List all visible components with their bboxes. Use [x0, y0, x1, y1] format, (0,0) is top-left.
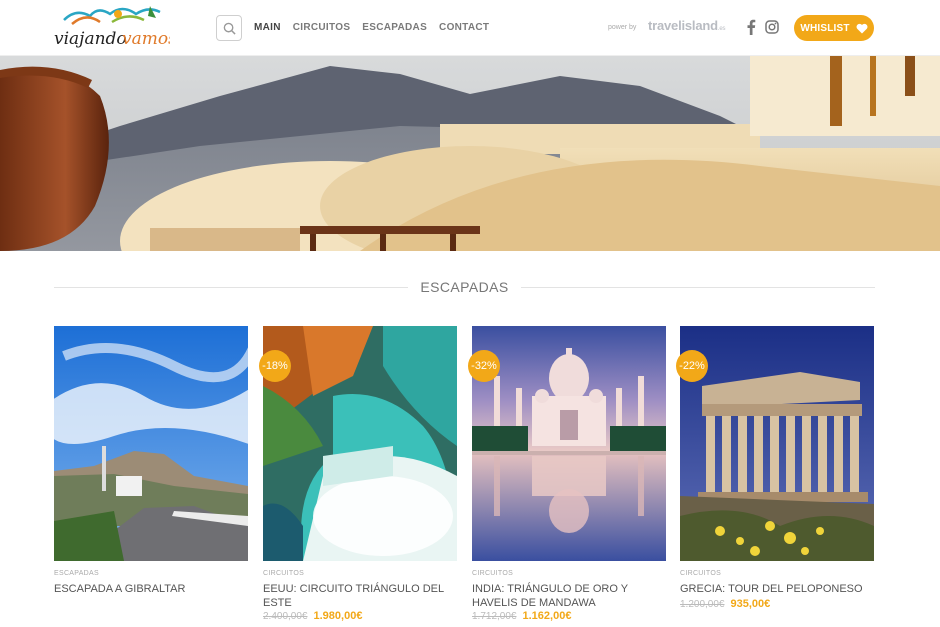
product-price: 1.712,00€ 1.162,00€: [472, 610, 571, 622]
hero-image: [0, 56, 940, 251]
product-price: 2.400,00€ 1.980,00€: [263, 610, 362, 622]
nav-item-contact[interactable]: CONTACT: [439, 21, 489, 35]
old-price: 1.200,00€: [680, 599, 725, 610]
heart-icon: [856, 23, 868, 33]
nav-item-escapadas[interactable]: ESCAPADAS: [362, 21, 427, 35]
partner-logo[interactable]: travelisland.es: [648, 18, 725, 33]
product-category: ESCAPADAS: [54, 570, 99, 577]
site-logo[interactable]: viajando vamos: [52, 2, 170, 54]
wishlist-button[interactable]: WHISLIST: [794, 15, 874, 41]
discount-badge: -18%: [259, 350, 291, 382]
main-nav: MAIN CIRCUITOS ESCAPADAS CONTACT: [254, 21, 501, 35]
product-price: 1.200,00€ 935,00€: [680, 598, 770, 610]
sale-price: 1.162,00€: [522, 610, 572, 622]
site-header: viajando vamos MAIN CIRCUITOS ESCAPADAS …: [0, 0, 940, 56]
product-image-taj-mahal[interactable]: [472, 326, 666, 561]
search-button[interactable]: [216, 15, 242, 41]
partner-suffix: .es: [717, 26, 726, 32]
product-card[interactable]: [54, 326, 248, 561]
section-heading: ESCAPADAS: [54, 276, 875, 298]
product-card[interactable]: [680, 326, 874, 561]
powered-by-label: power by: [608, 24, 637, 31]
wishlist-label: WHISLIST: [800, 22, 850, 34]
product-title[interactable]: GRECIA: TOUR DEL PELOPONESO: [680, 582, 874, 596]
product-card[interactable]: [472, 326, 666, 561]
discount-badge: -22%: [676, 350, 708, 382]
sale-price: 935,00€: [730, 598, 771, 610]
divider-left: [54, 286, 409, 288]
product-image-gibraltar[interactable]: [54, 326, 248, 561]
product-image-parthenon[interactable]: [680, 326, 874, 561]
search-icon: [223, 22, 236, 35]
product-category: CIRCUITOS: [680, 570, 722, 577]
section-title: ESCAPADAS: [420, 279, 509, 295]
product-title[interactable]: INDIA: TRIÁNGULO DE ORO Y HAVELIS DE MAN…: [472, 582, 666, 610]
sale-price: 1.980,00€: [313, 610, 363, 622]
product-image-niagara[interactable]: [263, 326, 457, 561]
nav-item-circuitos[interactable]: CIRCUITOS: [293, 21, 351, 35]
divider-right: [520, 286, 875, 288]
old-price: 2.400,00€: [263, 611, 308, 622]
svg-text:viajando: viajando: [54, 29, 127, 49]
discount-badge: -32%: [468, 350, 500, 382]
instagram-icon[interactable]: [765, 20, 779, 34]
product-title[interactable]: ESCAPADA A GIBRALTAR: [54, 582, 248, 596]
product-category: CIRCUITOS: [472, 570, 514, 577]
old-price: 1.712,00€: [472, 611, 517, 622]
nav-item-main[interactable]: MAIN: [254, 21, 281, 35]
product-card[interactable]: [263, 326, 457, 561]
svg-text:vamos: vamos: [122, 29, 170, 49]
facebook-icon[interactable]: [746, 19, 756, 35]
partner-name: travelisland: [648, 18, 718, 33]
product-category: CIRCUITOS: [263, 570, 305, 577]
product-title[interactable]: EEUU: CIRCUITO TRIÁNGULO DEL ESTE: [263, 582, 457, 610]
hero-banner: [0, 56, 940, 251]
